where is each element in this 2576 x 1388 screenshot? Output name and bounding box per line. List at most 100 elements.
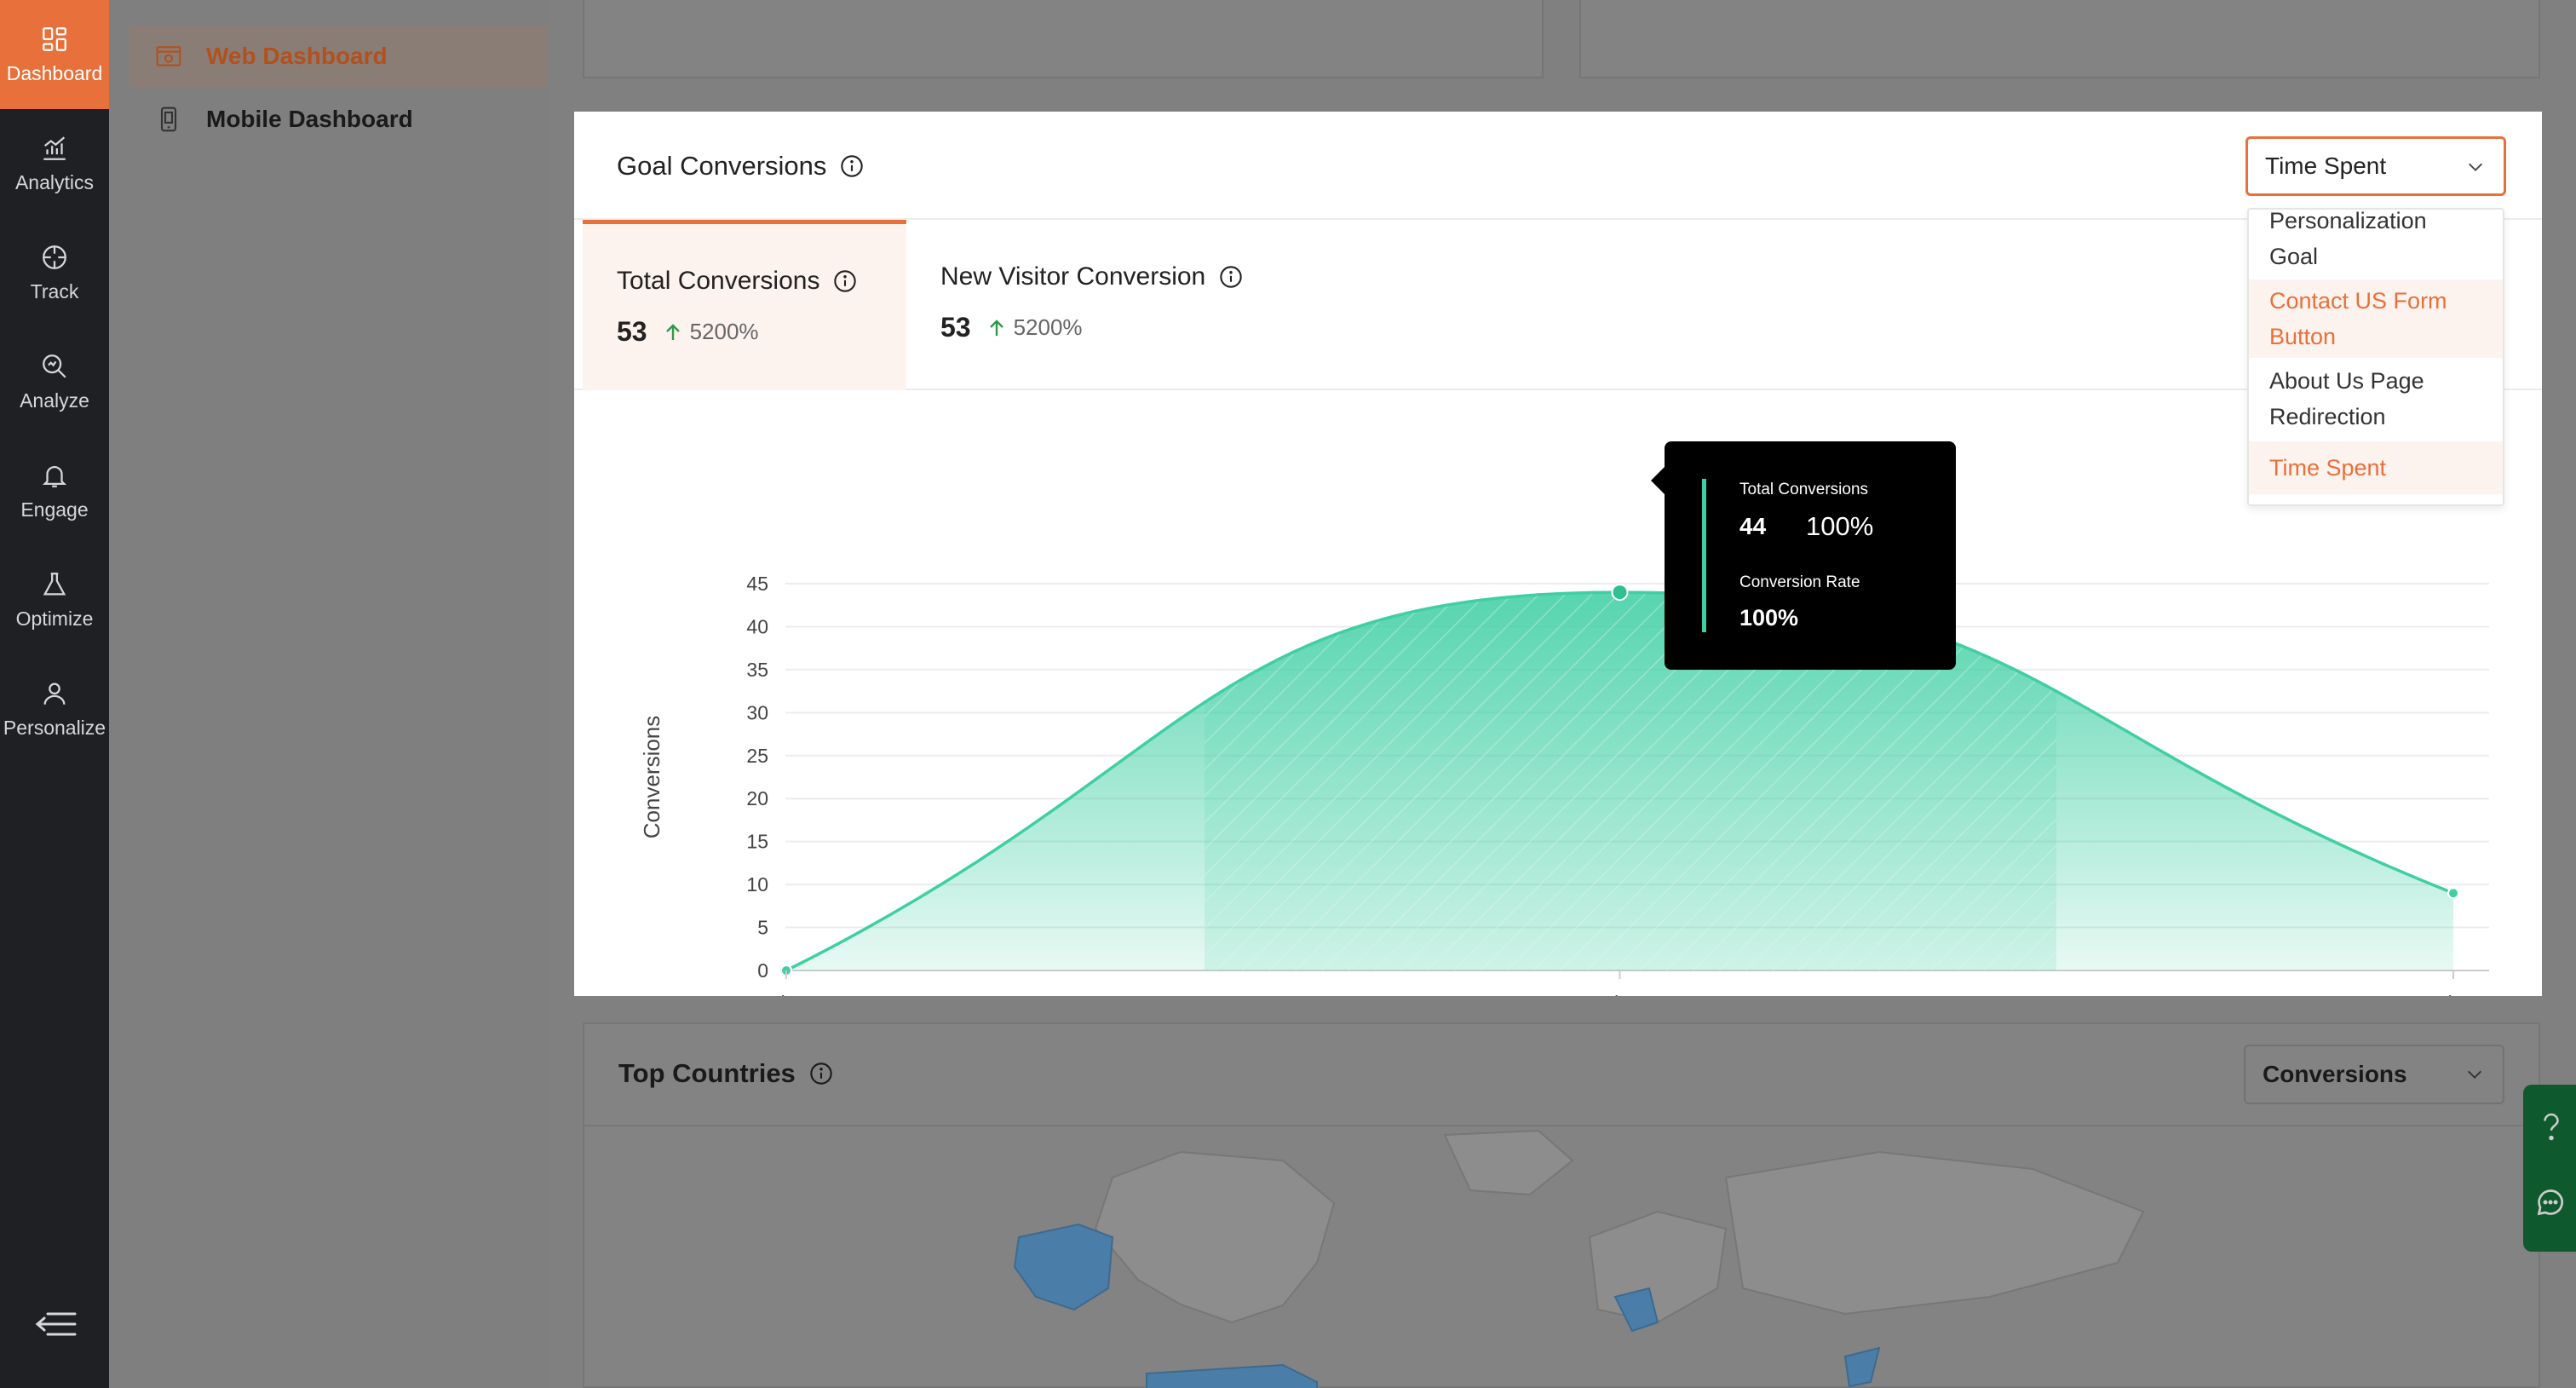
rail-item-analytics[interactable]: Analytics (0, 109, 109, 218)
tooltip-label: Conversion Rate (1739, 573, 1860, 591)
tab-value: 53 5200% (617, 316, 759, 348)
tab-title-text: Total Conversions (617, 267, 820, 295)
map-greenland (1443, 1129, 1574, 1196)
rail-label: Personalize (3, 716, 106, 739)
rail-item-dashboard[interactable]: Dashboard (0, 0, 119, 109)
option-line: Redirection (2269, 404, 2386, 429)
sidebar-item-label: Mobile Dashboard (206, 106, 413, 132)
x-tick-label: Jul 22 (760, 992, 812, 996)
magnify-icon (43, 354, 66, 378)
tooltip-value: 100% (1739, 605, 1799, 631)
browser-icon (156, 46, 181, 66)
rail-item-track[interactable]: Track (0, 218, 109, 327)
info-icon[interactable] (809, 1062, 833, 1086)
option-line: Goal (2269, 244, 2319, 269)
crosshair-icon (43, 245, 66, 269)
chart-tooltip: Total Conversions 44 100% Conversion Rat… (1651, 441, 1956, 670)
y-tick-label: 5 (757, 917, 768, 939)
rail-item-engage[interactable]: Engage (0, 436, 109, 545)
y-tick-label: 0 (757, 959, 768, 982)
rail-label: Optimize (15, 607, 94, 630)
map-alaska (1013, 1223, 1114, 1311)
tab-title: Total Conversions (617, 267, 857, 296)
map-north-america (1094, 1150, 1336, 1324)
data-point (2447, 887, 2459, 900)
flask-icon (43, 572, 66, 595)
dashboard-icon (43, 26, 66, 51)
info-icon[interactable] (1219, 265, 1243, 289)
tab-change: 5200% (1013, 314, 1083, 340)
arrow-up-icon (665, 323, 680, 340)
chevron-down-icon (2468, 1070, 2481, 1079)
sidebar-item-web-dashboard[interactable]: Web Dashboard (129, 26, 547, 87)
y-tick-label: 45 (746, 573, 768, 595)
chevron-down-icon (2469, 163, 2482, 171)
rail-label: Dashboard (6, 61, 103, 84)
dropdown-option[interactable]: Personalization Goal (2249, 208, 2503, 278)
map-europe (1588, 1210, 1728, 1324)
y-tick-label: 40 (746, 615, 768, 637)
tab-total-conversions[interactable]: Total Conversions 53 5200% (583, 220, 906, 390)
metric-select[interactable]: Conversions (2244, 1045, 2504, 1104)
card-header: Goal Conversions Time Spent (574, 112, 2542, 220)
rail-label: Engage (20, 498, 89, 521)
card-title: Goal Conversions (617, 151, 864, 181)
rail-item-optimize[interactable]: Optimize (0, 545, 109, 654)
rail-item-personalize[interactable]: Personalize (0, 654, 109, 763)
y-tick-label: 30 (746, 701, 768, 723)
card-title: Top Countries (618, 1058, 833, 1089)
arrow-up-icon (989, 319, 1003, 336)
option-line: Contact US Form (2269, 288, 2447, 314)
option-line: Button (2269, 324, 2337, 349)
y-tick-label: 20 (746, 787, 768, 809)
y-tick-label: 25 (746, 745, 768, 767)
map-united-states (1146, 1363, 1318, 1388)
world-map (1013, 1129, 2145, 1388)
tooltip-percent: 100% (1806, 511, 1874, 541)
data-point (1611, 584, 1629, 602)
help-widget (2523, 1085, 2576, 1252)
goal-select-value: Time Spent (2265, 153, 2387, 179)
rail-label: Analytics (14, 170, 95, 193)
info-icon[interactable] (833, 269, 857, 293)
option-line: Time Spent (2269, 455, 2387, 481)
info-icon[interactable] (840, 154, 864, 178)
goal-select-dropdown: Personalization Goal Contact US Form But… (2247, 208, 2504, 506)
tab-change: 5200% (689, 319, 759, 344)
x-tick-label: Jul 23 (1594, 992, 1646, 996)
icon-rail: Dashboard Analytics Track Analyze Engage… (0, 0, 119, 1388)
rail-item-analyze[interactable]: Analyze (0, 327, 109, 436)
top-countries-title: Top Countries (618, 1058, 796, 1088)
dropdown-option[interactable]: Contact US Form Button (2249, 279, 2503, 358)
top-countries-card: Top Countries Conversions (583, 1022, 2540, 1388)
y-tick-labels: 0 5 10 15 20 25 30 35 40 45 (746, 573, 768, 982)
tab-value-number: 53 (940, 312, 971, 343)
option-line: Personalization (2269, 208, 2427, 233)
tooltip-label: Total Conversions (1739, 481, 1869, 498)
tab-new-visitor-conversion[interactable]: New Visitor Conversion 53 5200% (906, 220, 1298, 390)
goal-conversions-title: Goal Conversions (617, 151, 827, 181)
collapse-sidebar-icon[interactable] (34, 1311, 77, 1337)
rail-label: Track (30, 279, 79, 302)
map-asia-highlight (1843, 1346, 1881, 1388)
analytics-icon (43, 135, 66, 160)
rail-label: Analyze (20, 389, 89, 412)
sidebar-item-mobile-dashboard[interactable]: Mobile Dashboard (129, 89, 634, 150)
tab-title-text: New Visitor Conversion (940, 262, 1206, 291)
x-tick-label: Jul 24 (2427, 992, 2480, 996)
map-asia (1724, 1150, 2145, 1316)
goal-select[interactable]: Time Spent (2245, 136, 2506, 196)
y-axis-label: Conversions (639, 716, 664, 839)
x-tick-labels: Jul 22 Jul 23 Jul 24 (760, 970, 2480, 996)
tab-value-number: 53 (617, 316, 647, 347)
chat-icon[interactable] (2535, 1187, 2566, 1218)
summary-card (1579, 0, 2540, 78)
metric-select-value: Conversions (2263, 1061, 2407, 1087)
tooltip-series-bar (1702, 479, 1706, 632)
dropdown-option-selected[interactable]: Time Spent (2249, 441, 2503, 494)
bell-icon (42, 465, 67, 487)
dropdown-option[interactable]: About Us Page Redirection (2249, 360, 2503, 438)
y-tick-label: 10 (746, 873, 768, 896)
summary-card (583, 0, 1544, 78)
question-icon[interactable] (2539, 1110, 2564, 1144)
